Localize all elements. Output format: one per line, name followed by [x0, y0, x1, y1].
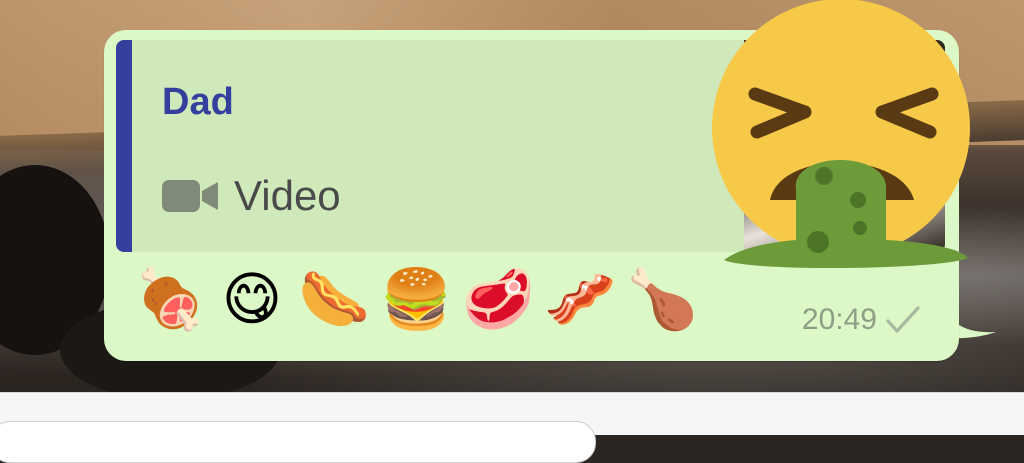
bacon-emoji: 🥓: [544, 265, 617, 333]
video-camera-icon: [162, 180, 218, 212]
hamburger-emoji: 🍔: [380, 265, 453, 333]
hot-dog-emoji: 🌭: [298, 265, 371, 333]
single-check-icon: [886, 306, 920, 333]
quote-media-label: Video: [234, 172, 341, 219]
message-input-bar: [0, 392, 1024, 463]
meat-on-bone-emoji: 🍖: [134, 265, 207, 333]
yummy-face-emoji: 😋: [221, 265, 283, 333]
message-meta: 20:49: [802, 302, 921, 338]
poultry-leg-emoji: 🍗: [626, 265, 699, 333]
quote-media-row: Video: [162, 168, 341, 224]
cut-of-meat-emoji: 🥩: [462, 265, 535, 333]
message-input-field[interactable]: [0, 421, 596, 463]
message-timestamp: 20:49: [801, 303, 877, 336]
message-text: 🍖 😋 🌭 🍔 🥩 🥓 🍗: [134, 264, 698, 334]
quote-accent-bar: [116, 40, 132, 252]
face-vomiting-sticker-icon[interactable]: [710, 0, 980, 275]
quote-sender-name: Dad: [162, 81, 234, 123]
